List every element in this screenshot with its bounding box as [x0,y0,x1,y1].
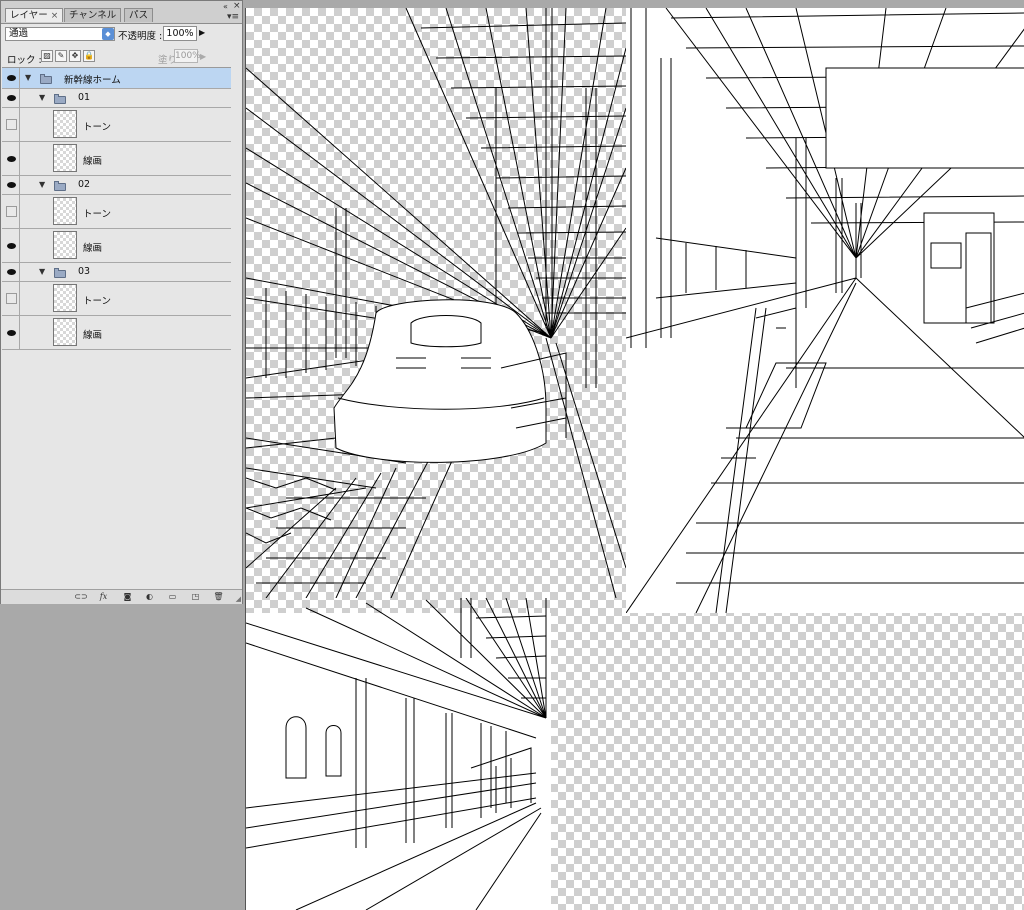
lock-label: ロック : [7,55,42,66]
expand-triangle-icon[interactable]: ▼ [25,73,31,82]
hidden-eye-icon [6,206,17,217]
layer-thumbnail [53,144,77,172]
eye-icon [7,329,16,336]
lock-position-move-icon[interactable]: ✥ [69,50,81,62]
folder-icon [40,74,52,84]
eye-icon [7,95,16,101]
tab-paths[interactable]: パス [124,8,154,22]
layer-thumbnail [53,110,77,138]
layer-name: 01 [78,92,91,103]
visibility-toggle[interactable] [4,263,20,281]
document-canvas[interactable] [245,8,1024,910]
visibility-toggle[interactable] [4,142,20,175]
eye-icon [7,155,16,162]
folder-icon [54,268,66,278]
layer-name: 02 [78,179,91,190]
layer-name: 03 [78,266,91,277]
visibility-toggle[interactable] [4,68,20,88]
resize-grip-icon[interactable]: ◢ [236,595,241,603]
lock-pixels-brush-icon[interactable]: ✎ [55,50,67,62]
hidden-eye-icon [6,293,17,304]
blend-mode-select[interactable]: 通過 ◆ [5,27,115,41]
eye-icon [7,242,16,249]
opacity-field[interactable]: 100% [163,26,197,41]
eye-icon [7,269,16,275]
eye-icon [7,75,16,81]
layer-name: トーン [83,122,112,133]
layer-row[interactable]: 線画 [2,142,231,176]
layer-name: 線画 [83,156,103,167]
tab-channels[interactable]: チャンネル [64,8,122,22]
layer-list: ▼ 新幹線ホーム ▼ 01 トーン 線画 ▼ 02 トーン 線画 ▼ 03 トー… [2,67,231,590]
layer-thumbnail [53,318,77,346]
adjustment-icon[interactable]: ◐ [144,592,155,602]
panel-menu-icon[interactable]: ▾≡ [227,12,239,22]
tab-layers-label: レイヤー [10,10,48,21]
layer-name: 線画 [83,330,103,341]
visibility-toggle[interactable] [4,176,20,194]
layer-name: トーン [83,209,112,220]
layer-group-row[interactable]: ▼ 01 [2,89,231,108]
fill-field[interactable]: 100% [174,49,201,63]
visibility-toggle[interactable] [4,282,20,315]
layer-group-row[interactable]: ▼ 02 [2,176,231,195]
tab-close-icon[interactable]: × [51,11,59,21]
panel-tab-bar: レイヤー × チャンネル パス « × ▾≡ [1,1,242,24]
layer-row[interactable]: トーン [2,108,231,142]
layer-name: トーン [83,296,112,307]
collapse-icon[interactable]: « [223,2,228,11]
fx-icon[interactable]: fx [98,592,109,602]
expand-triangle-icon[interactable]: ▼ [39,267,45,276]
tab-layers[interactable]: レイヤー × [5,8,64,22]
layers-panel: レイヤー × チャンネル パス « × ▾≡ 通過 ◆ 不透明度 : 100% ▶… [0,0,243,604]
new-layer-icon[interactable]: ◳ [190,592,201,602]
layer-thumbnail [53,284,77,312]
artwork-platform-interior [626,8,1024,613]
visibility-toggle[interactable] [4,108,20,141]
layer-group-row[interactable]: ▼ 新幹線ホーム [2,68,231,89]
lock-all-icon[interactable]: 🔒 [83,50,95,62]
close-icon[interactable]: × [233,1,241,11]
eye-icon [7,182,16,188]
blend-mode-value: 通過 [9,28,29,39]
trash-icon[interactable]: 🗑 [213,592,224,602]
folder-icon [54,181,66,191]
mask-icon[interactable]: ◙ [122,592,133,602]
layer-thumbnail [53,197,77,225]
artwork-platform-train [246,8,626,598]
chevron-down-icon: ◆ [102,28,114,40]
expand-triangle-icon[interactable]: ▼ [39,93,45,102]
folder-icon [54,94,66,104]
tab-paths-label: パス [129,10,149,21]
visibility-toggle[interactable] [4,89,20,107]
new-group-icon[interactable]: ▭ [167,592,178,602]
tab-channels-label: チャンネル [69,10,117,21]
artwork-train-side [246,598,551,910]
fill-slider-arrow-icon[interactable]: ▶ [200,52,206,61]
hidden-eye-icon [6,119,17,130]
opacity-slider-arrow-icon[interactable]: ▶ [199,28,205,37]
layer-thumbnail [53,231,77,259]
panel-footer: ⊂⊃ fx ◙ ◐ ▭ ◳ 🗑 ◢ [1,589,242,604]
expand-triangle-icon[interactable]: ▼ [39,180,45,189]
lock-transparency-icon[interactable]: ▨ [41,50,53,62]
layer-row[interactable]: トーン [2,282,231,316]
layer-name: 新幹線ホーム [64,75,121,86]
visibility-toggle[interactable] [4,229,20,262]
visibility-toggle[interactable] [4,316,20,349]
layer-row[interactable]: 線画 [2,316,231,350]
layer-row[interactable]: トーン [2,195,231,229]
opacity-label: 不透明度 : [118,31,163,42]
layer-group-row[interactable]: ▼ 03 [2,263,231,282]
visibility-toggle[interactable] [4,195,20,228]
layer-name: 線画 [83,243,103,254]
link-icon[interactable]: ⊂⊃ [73,592,89,602]
layer-row[interactable]: 線画 [2,229,231,263]
